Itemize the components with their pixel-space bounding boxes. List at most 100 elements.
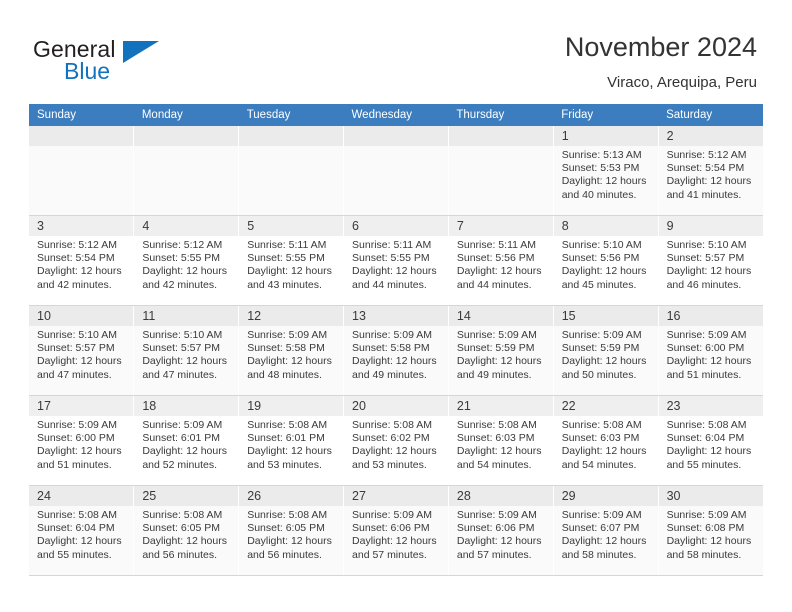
calendar-day-cell[interactable]: 14 Sunrise: 5:09 AM Sunset: 5:59 PM Dayligh… xyxy=(448,305,554,396)
day-cell-inner: 7 Sunrise: 5:11 AM Sunset: 5:56 PM Daylight… xyxy=(448,216,553,305)
calendar-day-cell[interactable]: 17 Sunrise: 5:09 AM Sunset: 6:00 PM Dayligh… xyxy=(29,395,135,486)
sunrise-text: Sunrise: 5:11 AM xyxy=(247,239,327,251)
calendar-day-cell-empty xyxy=(133,126,240,216)
calendar-day-cell[interactable]: 6 Sunrise: 5:11 AM Sunset: 5:55 PM Daylight… xyxy=(343,215,449,306)
day-cell-inner: 9 Sunrise: 5:10 AM Sunset: 5:57 PM Daylight… xyxy=(658,216,763,305)
calendar-day-cell[interactable]: 19 Sunrise: 5:08 AM Sunset: 6:01 PM Dayligh… xyxy=(238,395,345,486)
calendar-day-cell[interactable]: 12 Sunrise: 5:09 AM Sunset: 5:58 PM Dayligh… xyxy=(238,305,345,396)
daylight-text-line1: Daylight: 12 hours xyxy=(37,445,122,458)
daylight-text-line1: Daylight: 12 hours xyxy=(666,445,752,458)
day-details: Sunrise: 5:10 AM Sunset: 5:56 PM Daylight:… xyxy=(554,236,658,292)
daylight-text-line2: and 53 minutes. xyxy=(352,458,427,471)
day-number: 26 xyxy=(239,486,344,506)
day-details: Sunrise: 5:08 AM Sunset: 6:02 PM Daylight:… xyxy=(344,416,448,472)
calendar-day-cell[interactable]: 20 Sunrise: 5:08 AM Sunset: 6:02 PM Dayligh… xyxy=(343,395,449,486)
sunset-text: Sunset: 6:06 PM xyxy=(352,522,430,535)
weekday-header-thursday: Thursday xyxy=(448,104,554,126)
day-cell-inner: 12 Sunrise: 5:09 AM Sunset: 5:58 PM Dayligh… xyxy=(239,306,344,395)
sunset-text: Sunset: 5:57 PM xyxy=(142,342,220,355)
calendar-day-cell[interactable]: 1 Sunrise: 5:13 AM Sunset: 5:53 PM Daylight… xyxy=(553,126,659,216)
calendar-day-cell[interactable]: 23 Sunrise: 5:08 AM Sunset: 6:04 PM Dayligh… xyxy=(658,395,763,486)
triangle-flag-icon xyxy=(123,41,159,63)
day-details: Sunrise: 5:09 AM Sunset: 6:06 PM Daylight:… xyxy=(344,506,448,562)
sunrise-text: Sunrise: 5:09 AM xyxy=(561,329,642,341)
calendar-day-cell[interactable]: 4 Sunrise: 5:12 AM Sunset: 5:55 PM Daylight… xyxy=(133,215,240,306)
daylight-text-line2: and 49 minutes. xyxy=(352,368,427,381)
calendar-day-cell[interactable]: 13 Sunrise: 5:09 AM Sunset: 5:58 PM Dayligh… xyxy=(343,305,449,396)
daylight-text-line1: Daylight: 12 hours xyxy=(561,175,647,188)
sunset-text: Sunset: 6:06 PM xyxy=(456,522,535,535)
daylight-text-line2: and 52 minutes. xyxy=(142,458,218,471)
sunrise-text: Sunrise: 5:09 AM xyxy=(352,509,432,521)
calendar-day-cell[interactable]: 5 Sunrise: 5:11 AM Sunset: 5:55 PM Daylight… xyxy=(238,215,345,306)
weekday-header-wednesday: Wednesday xyxy=(343,104,449,126)
daylight-text-line1: Daylight: 12 hours xyxy=(142,535,227,548)
sunset-text: Sunset: 5:56 PM xyxy=(561,252,640,265)
sunset-text: Sunset: 6:00 PM xyxy=(37,432,115,445)
day-number: 25 xyxy=(134,486,239,506)
daylight-text-line2: and 53 minutes. xyxy=(247,458,322,471)
calendar-day-cell-empty xyxy=(343,126,449,216)
calendar-day-cell[interactable]: 16 Sunrise: 5:09 AM Sunset: 6:00 PM Dayligh… xyxy=(658,305,763,396)
calendar-week-row: 24 Sunrise: 5:08 AM Sunset: 6:04 PM Dayligh… xyxy=(29,485,763,576)
sunrise-text: Sunrise: 5:10 AM xyxy=(561,239,642,251)
daylight-text-line1: Daylight: 12 hours xyxy=(142,265,227,278)
calendar-day-cell[interactable]: 18 Sunrise: 5:09 AM Sunset: 6:01 PM Dayligh… xyxy=(133,395,240,486)
day-cell-inner xyxy=(448,126,553,215)
day-number xyxy=(134,126,239,146)
calendar-day-cell[interactable]: 30 Sunrise: 5:09 AM Sunset: 6:08 PM Dayligh… xyxy=(658,485,763,576)
day-details: Sunrise: 5:09 AM Sunset: 5:59 PM Daylight:… xyxy=(554,326,658,382)
daylight-text-line1: Daylight: 12 hours xyxy=(37,535,122,548)
calendar-day-cell[interactable]: 10 Sunrise: 5:10 AM Sunset: 5:57 PM Dayligh… xyxy=(29,305,135,396)
page-title: November 2024 xyxy=(564,32,757,62)
daylight-text-line2: and 54 minutes. xyxy=(456,458,532,471)
sunrise-text: Sunrise: 5:08 AM xyxy=(456,419,537,431)
daylight-text-line2: and 44 minutes. xyxy=(456,278,532,291)
day-number: 12 xyxy=(239,306,344,326)
calendar-day-cell[interactable]: 28 Sunrise: 5:09 AM Sunset: 6:06 PM Dayligh… xyxy=(448,485,554,576)
calendar-day-cell[interactable]: 26 Sunrise: 5:08 AM Sunset: 6:05 PM Dayligh… xyxy=(238,485,345,576)
brand-logo[interactable]: General Blue xyxy=(33,36,253,88)
sunset-text: Sunset: 5:59 PM xyxy=(561,342,640,355)
calendar-day-cell[interactable]: 29 Sunrise: 5:09 AM Sunset: 6:07 PM Dayligh… xyxy=(553,485,659,576)
calendar-day-cell[interactable]: 15 Sunrise: 5:09 AM Sunset: 5:59 PM Dayligh… xyxy=(553,305,659,396)
sunset-text: Sunset: 5:59 PM xyxy=(456,342,535,355)
daylight-text-line2: and 47 minutes. xyxy=(37,368,112,381)
sunrise-text: Sunrise: 5:11 AM xyxy=(456,239,537,251)
calendar-week-row: 17 Sunrise: 5:09 AM Sunset: 6:00 PM Dayligh… xyxy=(29,395,763,486)
day-cell-inner: 5 Sunrise: 5:11 AM Sunset: 5:55 PM Daylight… xyxy=(239,216,344,305)
sunset-text: Sunset: 5:58 PM xyxy=(247,342,325,355)
calendar-day-cell[interactable]: 8 Sunrise: 5:10 AM Sunset: 5:56 PM Daylight… xyxy=(553,215,659,306)
calendar-day-cell[interactable]: 22 Sunrise: 5:08 AM Sunset: 6:03 PM Dayligh… xyxy=(553,395,659,486)
calendar-day-cell[interactable]: 21 Sunrise: 5:08 AM Sunset: 6:03 PM Dayligh… xyxy=(448,395,554,486)
day-number: 5 xyxy=(239,216,344,236)
day-number: 18 xyxy=(134,396,239,416)
day-details: Sunrise: 5:09 AM Sunset: 6:07 PM Daylight:… xyxy=(554,506,658,562)
calendar-day-cell[interactable]: 7 Sunrise: 5:11 AM Sunset: 5:56 PM Daylight… xyxy=(448,215,554,306)
day-details: Sunrise: 5:11 AM Sunset: 5:55 PM Daylight:… xyxy=(239,236,343,292)
calendar-day-cell[interactable]: 3 Sunrise: 5:12 AM Sunset: 5:54 PM Daylight… xyxy=(29,215,135,306)
day-cell-inner xyxy=(134,126,239,215)
sunrise-text: Sunrise: 5:08 AM xyxy=(561,419,642,431)
calendar-day-cell[interactable]: 27 Sunrise: 5:09 AM Sunset: 6:06 PM Dayligh… xyxy=(343,485,449,576)
daylight-text-line2: and 47 minutes. xyxy=(142,368,218,381)
calendar-body: 1 Sunrise: 5:13 AM Sunset: 5:53 PM Daylight… xyxy=(29,126,763,576)
daylight-text-line2: and 56 minutes. xyxy=(247,548,322,561)
daylight-text-line1: Daylight: 12 hours xyxy=(561,265,647,278)
daylight-text-line1: Daylight: 12 hours xyxy=(142,355,227,368)
sunset-text: Sunset: 5:56 PM xyxy=(456,252,535,265)
day-details: Sunrise: 5:09 AM Sunset: 6:06 PM Daylight:… xyxy=(449,506,553,562)
day-cell-inner: 25 Sunrise: 5:08 AM Sunset: 6:05 PM Dayligh… xyxy=(134,486,239,575)
day-cell-inner: 21 Sunrise: 5:08 AM Sunset: 6:03 PM Dayligh… xyxy=(448,396,553,485)
calendar-day-cell[interactable]: 25 Sunrise: 5:08 AM Sunset: 6:05 PM Dayligh… xyxy=(133,485,240,576)
calendar-day-cell[interactable]: 24 Sunrise: 5:08 AM Sunset: 6:04 PM Dayligh… xyxy=(29,485,135,576)
sunset-text: Sunset: 6:05 PM xyxy=(247,522,325,535)
day-details: Sunrise: 5:12 AM Sunset: 5:54 PM Daylight:… xyxy=(29,236,133,292)
day-details: Sunrise: 5:10 AM Sunset: 5:57 PM Daylight:… xyxy=(29,326,133,382)
calendar-day-cell[interactable]: 9 Sunrise: 5:10 AM Sunset: 5:57 PM Daylight… xyxy=(658,215,763,306)
calendar-day-cell[interactable]: 2 Sunrise: 5:12 AM Sunset: 5:54 PM Daylight… xyxy=(658,126,763,216)
calendar-day-cell[interactable]: 11 Sunrise: 5:10 AM Sunset: 5:57 PM Dayligh… xyxy=(133,305,240,396)
day-number: 4 xyxy=(134,216,239,236)
day-details: Sunrise: 5:08 AM Sunset: 6:03 PM Daylight:… xyxy=(449,416,553,472)
calendar-table: Sunday Monday Tuesday Wednesday Thursday Frid… xyxy=(29,104,763,576)
